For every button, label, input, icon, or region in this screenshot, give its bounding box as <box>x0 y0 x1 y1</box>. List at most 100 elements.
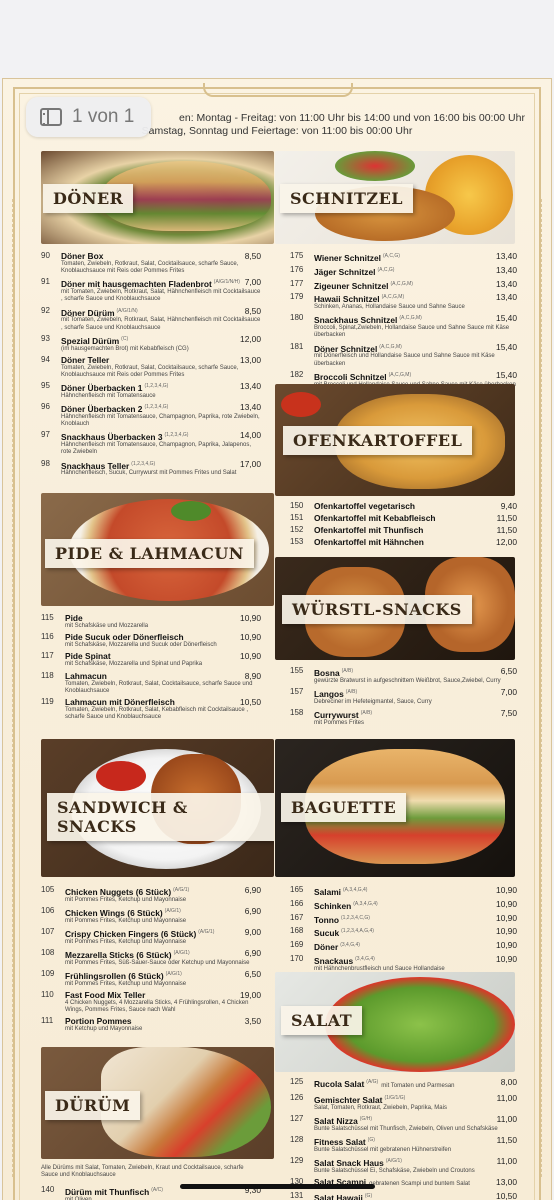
menu-item: 167 Tonno (1,2,3,4,C,G) 10,90 <box>290 913 517 925</box>
menu-item-price: 10,90 <box>496 953 517 964</box>
menu-item: 109 Frühlingsrollen (6 Stück) (A/G/1) 6,50 m… <box>41 969 261 988</box>
menu-item-number: 97 <box>41 430 50 440</box>
left-ornament <box>5 199 13 1177</box>
menu-item-price: 13,40 <box>240 381 261 392</box>
sandwich-photo: SANDWICH & SNACKS <box>41 739 274 877</box>
menu-item-price: 9,00 <box>244 927 261 937</box>
menu-item-name: Snackhaus Überbacken 3 (1,2,3,4,G) <box>61 432 189 443</box>
menu-item-description: mit Pommes Frites, Ketchup und Mayonnais… <box>65 938 187 945</box>
menu-item-name: Ofenkartoffel mit Hähnchen <box>314 537 424 547</box>
page-indicator[interactable]: 1 von 1 <box>26 97 151 137</box>
menu-item-number: 180 <box>290 313 304 323</box>
menu-item-description: mit Pommes Frites, Süß-Sauer-Sauce oder … <box>65 959 250 966</box>
menu-item-price: 14,00 <box>240 430 261 441</box>
menu-item-number: 153 <box>290 537 304 546</box>
menu-item-number: 182 <box>290 369 304 379</box>
menu-item: 155 Bosna (A/B) 6,50 gewürzte Bratwurst in a… <box>290 666 517 685</box>
menu-item-number: 151 <box>290 513 304 522</box>
menu-item: 180 Snackhaus Schnitzel (A,C,G,M) 15,40 Broc… <box>290 313 517 339</box>
menu-item-price: 7,50 <box>500 708 517 718</box>
menu-item-price: 13,40 <box>496 251 517 261</box>
menu-item-number: 96 <box>41 402 50 412</box>
menu-item-number: 107 <box>41 927 55 936</box>
menu-item-price: 11,50 <box>496 525 517 535</box>
menu-item-number: 126 <box>290 1092 304 1102</box>
menu-item-number: 177 <box>290 278 304 288</box>
menu-item-number: 176 <box>290 264 304 274</box>
menu-item-description: Broccoli, Spinat,Zwiebeln, Hollandaise S… <box>314 325 510 339</box>
menu-item-name: Pide Sucuk oder Dönerfleisch <box>65 632 184 643</box>
schnitzel-photo: SCHNITZEL <box>275 151 515 244</box>
frame-ornament <box>203 83 353 97</box>
menu-item-name: Schinken (A,3,4,G,4) <box>314 900 378 911</box>
menu-item-description: mit Pommes Frites, Ketchup und Mayonnais… <box>65 917 187 924</box>
menu-item-price: 19,00 <box>240 990 261 1000</box>
home-indicator[interactable] <box>180 1184 375 1189</box>
doener-list: 90 Döner Box 8,50 Tomaten, Zwiebeln, Rotkra… <box>41 251 261 480</box>
menu-item-description: mit Tomaten, Zwiebeln, Rotkraut, Salat, … <box>61 317 261 331</box>
menu-item-number: 169 <box>290 940 304 950</box>
menu-item-price: 6,90 <box>244 948 261 958</box>
menu-item-price: 10,90 <box>496 940 517 951</box>
menu-item-price: 8,90 <box>244 670 261 681</box>
allergen-codes: (1,2,3,4,G) <box>144 383 169 390</box>
menu-item-description: mit Pommes Frites, Ketchup und Mayonnais… <box>65 896 187 903</box>
allergen-codes: (1,2,3,4,G) <box>144 404 169 411</box>
menu-item: 95 Döner Überbacken 1 (1,2,3,4,G) 13,40 Hähn… <box>41 381 261 400</box>
menu-item: 118 Lahmacun 8,90 Tomaten, Zwiebeln, Rotkra… <box>41 671 261 695</box>
pide-photo: PIDE & LAHMACUN <box>41 493 274 606</box>
menu-item: 131 Salat Hawaii (G) 10,50 <box>290 1191 517 1200</box>
allergen-codes: (1,2,3,4,G) <box>131 460 156 467</box>
section-label-salat: SALAT <box>281 1006 363 1035</box>
allergen-codes: (1/G/1/G) <box>384 1094 406 1101</box>
menu-item-number: 93 <box>41 333 50 343</box>
section-label-wuerstl: WÜRSTL-SNACKS <box>282 595 472 624</box>
allergen-codes: (A,C,G,M) <box>388 371 412 378</box>
right-ornament <box>541 199 549 1177</box>
menu-item-number: 128 <box>290 1134 304 1144</box>
menu-item: 166 Schinken (A,3,4,G,4) 10,90 <box>290 899 517 911</box>
menu-item-name: Salat Hawaii (G) <box>314 1192 373 1200</box>
menu-item-name: Chicken Wings (6 Stück) (A/G/1) <box>65 907 181 918</box>
menu-item: 107 Crispy Chicken Fingers (6 Stück) (A/G/… <box>41 927 261 946</box>
menu-item-price: 17,00 <box>240 458 261 469</box>
ofenkartoffel-list: 150 Ofenkartoffel vegetarisch 9,40 151 Ofenk… <box>290 501 517 549</box>
ketchup-bowl-shape <box>281 392 321 417</box>
allergen-codes: (A,C,G,M) <box>381 294 405 301</box>
menu-item-price: 7,00 <box>500 687 517 697</box>
menu-item-description: mit Dönerfleisch und Hollandaise Sauce u… <box>314 353 495 367</box>
menu-item-name: Döner Schnitzel (A,C,G,M) <box>314 343 402 354</box>
menu-item-number: 98 <box>41 458 50 468</box>
menu-item-number: 116 <box>41 632 54 642</box>
menu-item: 94 Döner Teller 13,00 Tomaten, Zwiebeln, Ro… <box>41 355 261 379</box>
menu-item: 111 Portion Pommes 3,50 mit Ketchup und May… <box>41 1016 261 1033</box>
menu-item: 175 Wiener Schnitzel (A,C,G) 13,40 <box>290 251 517 263</box>
menu-item-number: 117 <box>41 651 54 661</box>
menu-item-name: Fitness Salat (G) <box>314 1136 375 1147</box>
menu-item-name: Ofenkartoffel mit Kebabfleisch <box>314 513 436 523</box>
menu-item-number: 170 <box>290 953 304 963</box>
section-label-baguette: BAGUETTE <box>281 793 407 822</box>
menu-item-name: Döner Box <box>61 251 104 261</box>
menu-item-name: Döner (3,4,G,4) <box>314 941 360 952</box>
menu-item-description: Tomaten, Zwiebeln, Rotkraut, Salat, Cock… <box>65 680 253 694</box>
menu-item-price: 10,90 <box>496 926 517 937</box>
menu-item-name: Ofenkartoffel vegetarisch <box>314 501 415 511</box>
menu-item-number: 155 <box>290 666 304 675</box>
menu-item-price: 8,50 <box>244 305 261 316</box>
allergen-codes: (G) <box>364 1192 373 1199</box>
duerum-note: Alle Dürüms mit Salat, Tomaten, Zwiebeln… <box>41 1165 244 1178</box>
menu-item-price: 11,00 <box>496 1155 517 1166</box>
menu-item-number: 108 <box>41 948 55 957</box>
menu-item: 119 Lahmacun mit Dönerfleisch 10,50 Tomaten… <box>41 697 261 721</box>
allergen-codes: (A,C,G,M) <box>399 315 422 322</box>
menu-item: 92 Döner Dürüm (A/G/1/N) 8,50 mit Tomaten, Z… <box>41 306 261 332</box>
menu-item-name: Gemischter Salat (1/G/1/G) <box>314 1094 406 1105</box>
menu-item: 106 Chicken Wings (6 Stück) (A/G/1) 6,90 mit… <box>41 906 261 925</box>
allergen-codes: (A/G/1/N) <box>116 307 138 314</box>
menu-item-name: Snackhaus Schnitzel (A,C,G,M) <box>314 315 422 326</box>
parsley-shape <box>171 501 211 521</box>
menu-item-number: 157 <box>290 687 304 696</box>
menu-item-price: 10,50 <box>496 1190 517 1200</box>
menu-item: 98 Snackhaus Teller (1,2,3,4,G) 17,00 Hähnch… <box>41 459 261 478</box>
